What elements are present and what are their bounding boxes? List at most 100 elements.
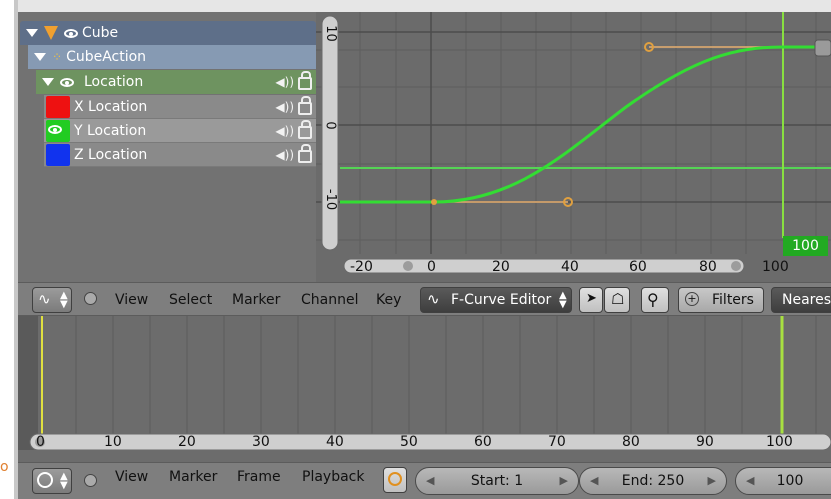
y-tick-label: 0	[322, 121, 338, 130]
plus-icon: +	[685, 292, 699, 306]
ruler-label: 80	[622, 434, 640, 450]
color-swatch	[46, 143, 70, 166]
ghost-icon: ☖	[611, 290, 625, 308]
expand-triangle-icon[interactable]	[42, 78, 54, 86]
menu-view[interactable]: View	[115, 292, 148, 308]
left-edge-fragment: o	[0, 459, 9, 475]
graph-editor-header: ∿ ▲ ▼ View Select Marker Channel Key ∿ F-…	[18, 282, 831, 316]
object-cone-icon	[44, 26, 58, 40]
magnifier-icon: ⚲	[647, 290, 659, 309]
menu-playback[interactable]: Playback	[302, 469, 364, 485]
graph-editor-icon: ∿	[38, 290, 51, 308]
graph-editor-icon: ∿	[427, 290, 440, 308]
visibility-eye-icon[interactable]	[48, 124, 62, 134]
expand-triangle-icon[interactable]	[26, 29, 38, 37]
updown-arrows-icon: ▲ ▼	[60, 290, 68, 310]
graph-canvas	[316, 12, 831, 274]
updown-arrows-icon: ▲ ▼	[60, 471, 68, 491]
lock-icon[interactable]	[298, 71, 312, 90]
mute-speaker-icon[interactable]: ◀))	[275, 75, 294, 89]
ruler-label: 70	[548, 434, 566, 450]
decrement-arrow-icon[interactable]: ◀	[426, 474, 434, 487]
fcurve-label: Z Location	[74, 146, 148, 163]
collapse-menus-icon[interactable]	[84, 474, 97, 487]
menu-marker[interactable]: Marker	[169, 469, 217, 485]
menu-channel[interactable]: Channel	[301, 292, 358, 308]
channel-list: Cube ⁘ CubeAction Location ◀)) X Locatio…	[18, 12, 316, 282]
x-tick-label: 60	[629, 259, 647, 275]
end-frame-value: End: 250	[621, 473, 685, 489]
mute-speaker-icon[interactable]: ◀))	[275, 148, 294, 162]
timeline-area[interactable]: 0 10 20 30 40 50 60 70 80 90 100	[18, 316, 831, 462]
x-tick-label: 80	[699, 259, 717, 275]
preview-range-toggle[interactable]	[383, 467, 407, 493]
y-tick-label: -10	[323, 188, 339, 211]
y-tick-label: 10	[322, 25, 338, 42]
clock-icon	[37, 472, 53, 488]
fcurve-x-location[interactable]: X Location ◀))	[44, 95, 316, 119]
ruler-label: 0	[36, 434, 45, 450]
ruler-label: 60	[474, 434, 492, 450]
mode-label: F-Curve Editor	[451, 292, 552, 308]
start-frame-field[interactable]: ◀ Start: 1 ▶	[415, 467, 579, 495]
only-selected-toggle[interactable]: ➤	[579, 287, 603, 313]
visibility-eye-icon[interactable]	[64, 28, 78, 38]
fcurve-graph[interactable]: 10 0 -10 -20 0 20 40 60 80 100 100	[316, 12, 831, 282]
x-tick-label: -20	[350, 259, 373, 275]
interpolation-label: Neares	[782, 292, 831, 308]
fcurve-z-location[interactable]: Z Location ◀))	[44, 143, 316, 167]
collapse-menus-icon[interactable]	[84, 292, 97, 305]
ruler-label: 90	[696, 434, 714, 450]
decrement-arrow-icon[interactable]: ◀	[746, 474, 754, 487]
ruler-label: 40	[326, 434, 344, 450]
decrement-arrow-icon[interactable]: ◀	[590, 474, 598, 487]
current-frame-value: 100	[776, 473, 804, 489]
current-frame-badge: 100	[783, 236, 828, 256]
mode-select[interactable]: ∿ F-Curve Editor ▲ ▼	[420, 287, 572, 313]
left-window-edge	[0, 0, 18, 499]
menu-frame[interactable]: Frame	[237, 469, 281, 485]
interpolation-select[interactable]: Neares	[771, 287, 831, 313]
menu-key[interactable]: Key	[376, 292, 401, 308]
increment-arrow-icon[interactable]: ▶	[708, 474, 716, 487]
current-frame-field[interactable]: ◀ 100	[735, 467, 831, 495]
channel-object-cube[interactable]: Cube	[20, 21, 316, 45]
increment-arrow-icon[interactable]: ▶	[560, 474, 568, 487]
menu-select[interactable]: Select	[169, 292, 212, 308]
channel-label: CubeAction	[66, 49, 147, 65]
channel-action[interactable]: ⁘ CubeAction	[28, 45, 316, 69]
editor-type-button[interactable]: ∿ ▲ ▼	[32, 287, 72, 313]
end-frame-field[interactable]: ◀ End: 250 ▶	[579, 467, 727, 495]
ghost-curves-toggle[interactable]: ☖	[604, 287, 630, 313]
color-swatch	[46, 119, 70, 142]
lock-icon[interactable]	[298, 144, 312, 163]
ruler-label: 50	[400, 434, 418, 450]
x-tick-label: 40	[561, 259, 579, 275]
timeline-header: ▲ ▼ View Marker Frame Playback ◀ Start: 1…	[18, 462, 831, 499]
search-toggle[interactable]: ⚲	[641, 287, 669, 313]
color-swatch	[46, 95, 70, 118]
lock-icon[interactable]	[298, 120, 312, 139]
filters-label: Filters	[712, 292, 754, 308]
clock-range-icon	[388, 472, 402, 486]
ruler-label: 20	[178, 434, 196, 450]
mute-speaker-icon[interactable]: ◀))	[275, 124, 294, 138]
start-frame-value: Start: 1	[470, 473, 524, 489]
channel-group-location[interactable]: Location ◀))	[36, 70, 316, 94]
lock-icon[interactable]	[298, 96, 312, 115]
updown-arrows-icon: ▲ ▼	[559, 290, 567, 310]
visibility-eye-icon[interactable]	[60, 77, 74, 87]
fcurve-y-location[interactable]: Y Location ◀))	[44, 119, 316, 143]
editor-type-button[interactable]: ▲ ▼	[32, 468, 72, 494]
channel-label: Location	[84, 74, 144, 90]
menu-marker[interactable]: Marker	[232, 292, 280, 308]
expand-triangle-icon[interactable]	[34, 53, 46, 61]
keyframe-point	[431, 199, 437, 205]
cursor-arrow-icon: ➤	[586, 291, 597, 306]
x-tick-label: 20	[492, 259, 510, 275]
filters-button[interactable]: + Filters	[678, 287, 764, 313]
x-tick-label: 100	[762, 259, 789, 275]
menu-view[interactable]: View	[115, 469, 148, 485]
fcurve-label: X Location	[74, 98, 148, 115]
mute-speaker-icon[interactable]: ◀))	[275, 100, 294, 114]
